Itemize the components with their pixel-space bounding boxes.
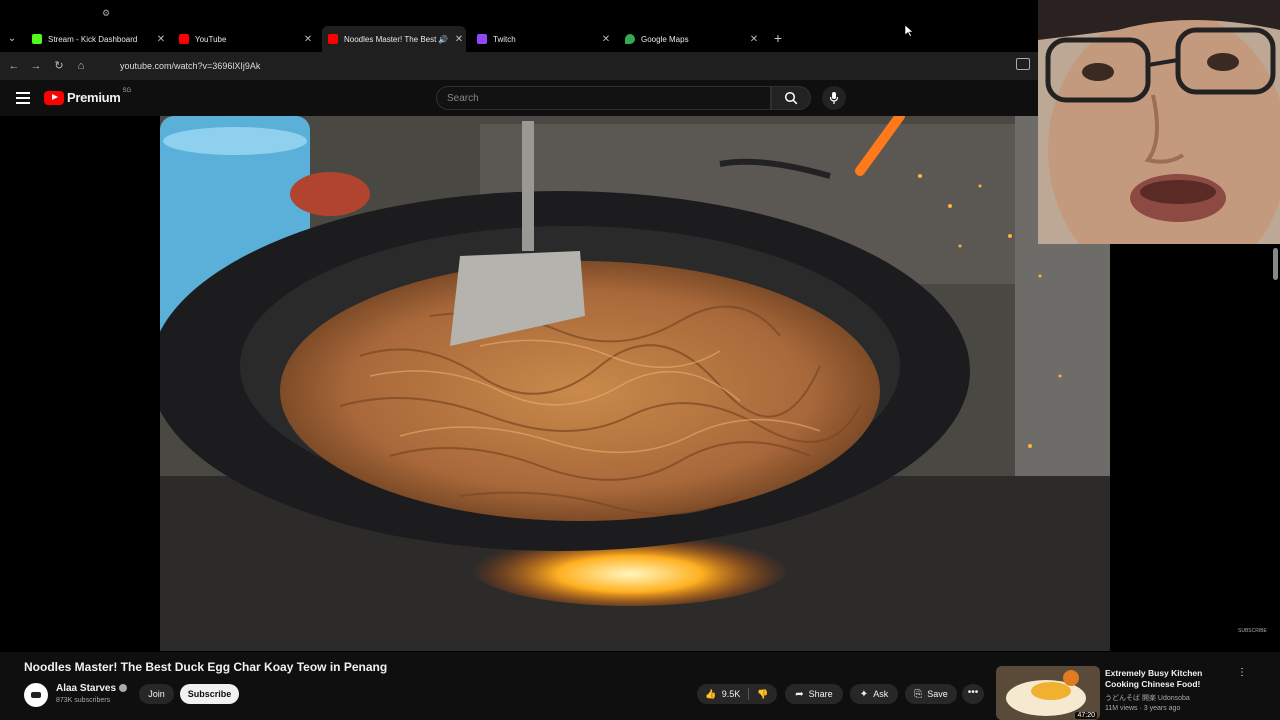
search-button[interactable] bbox=[771, 86, 811, 110]
kick-favicon-icon bbox=[32, 34, 42, 44]
close-icon[interactable]: ✕ bbox=[154, 34, 168, 45]
tab-label: Stream - Kick Dashboard bbox=[48, 34, 138, 44]
back-arrow-icon[interactable]: ← bbox=[6, 58, 22, 74]
tab-youtube[interactable]: YouTube ✕ bbox=[173, 28, 315, 50]
video-duration: 47:20 bbox=[1075, 712, 1097, 719]
suggested-video-title[interactable]: Extremely Busy Kitchen Cooking Chinese F… bbox=[1105, 668, 1233, 690]
bookmark-plus-icon: ⎘ bbox=[914, 688, 923, 700]
search-icon bbox=[784, 91, 798, 105]
url-text: youtube.com/watch?v=3696lXIj9Ak bbox=[120, 61, 261, 71]
voice-search-button[interactable] bbox=[822, 86, 846, 110]
tab-kick-dashboard[interactable]: Stream - Kick Dashboard ✕ bbox=[26, 28, 168, 50]
tab-search-chevron-icon[interactable]: ⌄ bbox=[4, 30, 20, 46]
more-actions-icon[interactable]: ••• bbox=[962, 684, 984, 704]
site-settings-icon[interactable]: ⚙ bbox=[102, 8, 114, 18]
mouse-cursor-icon bbox=[905, 25, 913, 37]
tab-label: Noodles Master! The Best bbox=[344, 34, 437, 44]
reload-icon[interactable]: ↻ bbox=[51, 58, 67, 74]
wok-noodles-video-frame bbox=[160, 116, 1110, 651]
subscribe-watermark[interactable]: SUBSCRIBE bbox=[1238, 628, 1267, 634]
share-button[interactable]: ➦ Share bbox=[785, 684, 843, 704]
suggested-video-channel[interactable]: うどんそば 開楽 Udonsoba bbox=[1105, 693, 1190, 703]
channel-logo-icon bbox=[31, 692, 41, 698]
like-count: 9.5K bbox=[721, 688, 741, 699]
page-scrollbar[interactable] bbox=[1273, 248, 1278, 280]
streamer-face-image bbox=[1038, 0, 1280, 244]
search-box bbox=[436, 86, 771, 110]
webcam-overlay bbox=[1038, 0, 1280, 244]
youtube-favicon-icon bbox=[328, 34, 338, 44]
browser-toolbar: ← → ↻ ⌂ youtube.com/watch?v=3696lXIj9Ak bbox=[0, 52, 1040, 80]
video-player[interactable] bbox=[160, 116, 1110, 651]
save-label: Save bbox=[927, 689, 948, 699]
ask-label: Ask bbox=[873, 689, 889, 699]
dislike-button[interactable]: 👎 bbox=[757, 689, 768, 700]
home-icon[interactable]: ⌂ bbox=[73, 58, 89, 74]
suggested-video-thumbnail[interactable]: 47:20 bbox=[996, 666, 1100, 720]
share-label: Share bbox=[808, 689, 833, 699]
sparkle-icon: ✦ bbox=[859, 688, 869, 700]
thumbs-down-icon: 👎 bbox=[757, 688, 769, 699]
close-icon[interactable]: ✕ bbox=[747, 34, 761, 45]
address-bar[interactable]: youtube.com/watch?v=3696lXIj9Ak bbox=[100, 56, 1030, 76]
microphone-icon bbox=[829, 92, 839, 104]
maps-favicon-icon bbox=[625, 34, 635, 44]
kebab-menu-icon[interactable]: ⋮ bbox=[1236, 667, 1248, 681]
channel-name-text: Alaa Starves bbox=[56, 683, 117, 694]
search-input[interactable] bbox=[437, 87, 770, 109]
hamburger-menu-icon[interactable] bbox=[16, 92, 30, 104]
tab-noodles-master[interactable]: Noodles Master! The Best 🔊 ✕ bbox=[322, 26, 466, 52]
new-tab-plus-icon[interactable]: + bbox=[771, 30, 785, 46]
verified-check-icon bbox=[119, 684, 128, 693]
suggested-video-meta: 11M views · 3 years ago bbox=[1105, 705, 1181, 712]
thumbs-up-icon: 👍 bbox=[705, 688, 717, 699]
share-arrow-icon: ➦ bbox=[795, 688, 804, 700]
close-icon[interactable]: ✕ bbox=[599, 34, 613, 45]
ask-button[interactable]: ✦ Ask bbox=[850, 684, 898, 704]
channel-name[interactable]: Alaa Starves bbox=[56, 683, 128, 694]
channel-avatar[interactable] bbox=[24, 683, 48, 707]
subscribe-button[interactable]: Subscribe bbox=[180, 684, 239, 704]
region-code: SG bbox=[122, 87, 132, 94]
tab-label: Twitch bbox=[493, 34, 516, 44]
like-dislike-group: 👍 9.5K 👎 bbox=[697, 684, 777, 704]
brand-label: Premium bbox=[67, 90, 121, 105]
save-button[interactable]: ⎘ Save bbox=[905, 684, 957, 704]
tab-label: YouTube bbox=[195, 34, 227, 44]
youtube-premium-logo[interactable]: Premium SG bbox=[44, 87, 132, 105]
speaker-icon[interactable]: 🔊 bbox=[438, 35, 448, 44]
like-button[interactable]: 👍 9.5K bbox=[705, 689, 740, 700]
cast-icon[interactable] bbox=[1016, 58, 1030, 70]
twitch-favicon-icon bbox=[477, 34, 487, 44]
subscriber-count: 873K subscribers bbox=[56, 697, 111, 704]
youtube-favicon-icon bbox=[179, 34, 189, 44]
tab-google-maps[interactable]: Google Maps ✕ bbox=[619, 28, 761, 50]
tab-label: Google Maps bbox=[641, 34, 689, 44]
video-title: Noodles Master! The Best Duck Egg Char K… bbox=[24, 660, 388, 674]
youtube-play-icon bbox=[44, 90, 64, 105]
close-icon[interactable]: ✕ bbox=[301, 34, 315, 45]
tab-twitch[interactable]: Twitch ✕ bbox=[471, 28, 613, 50]
join-button[interactable]: Join bbox=[139, 684, 174, 704]
like-divider bbox=[748, 688, 750, 700]
close-icon[interactable]: ✕ bbox=[452, 34, 466, 45]
forward-arrow-icon[interactable]: → bbox=[28, 58, 44, 74]
